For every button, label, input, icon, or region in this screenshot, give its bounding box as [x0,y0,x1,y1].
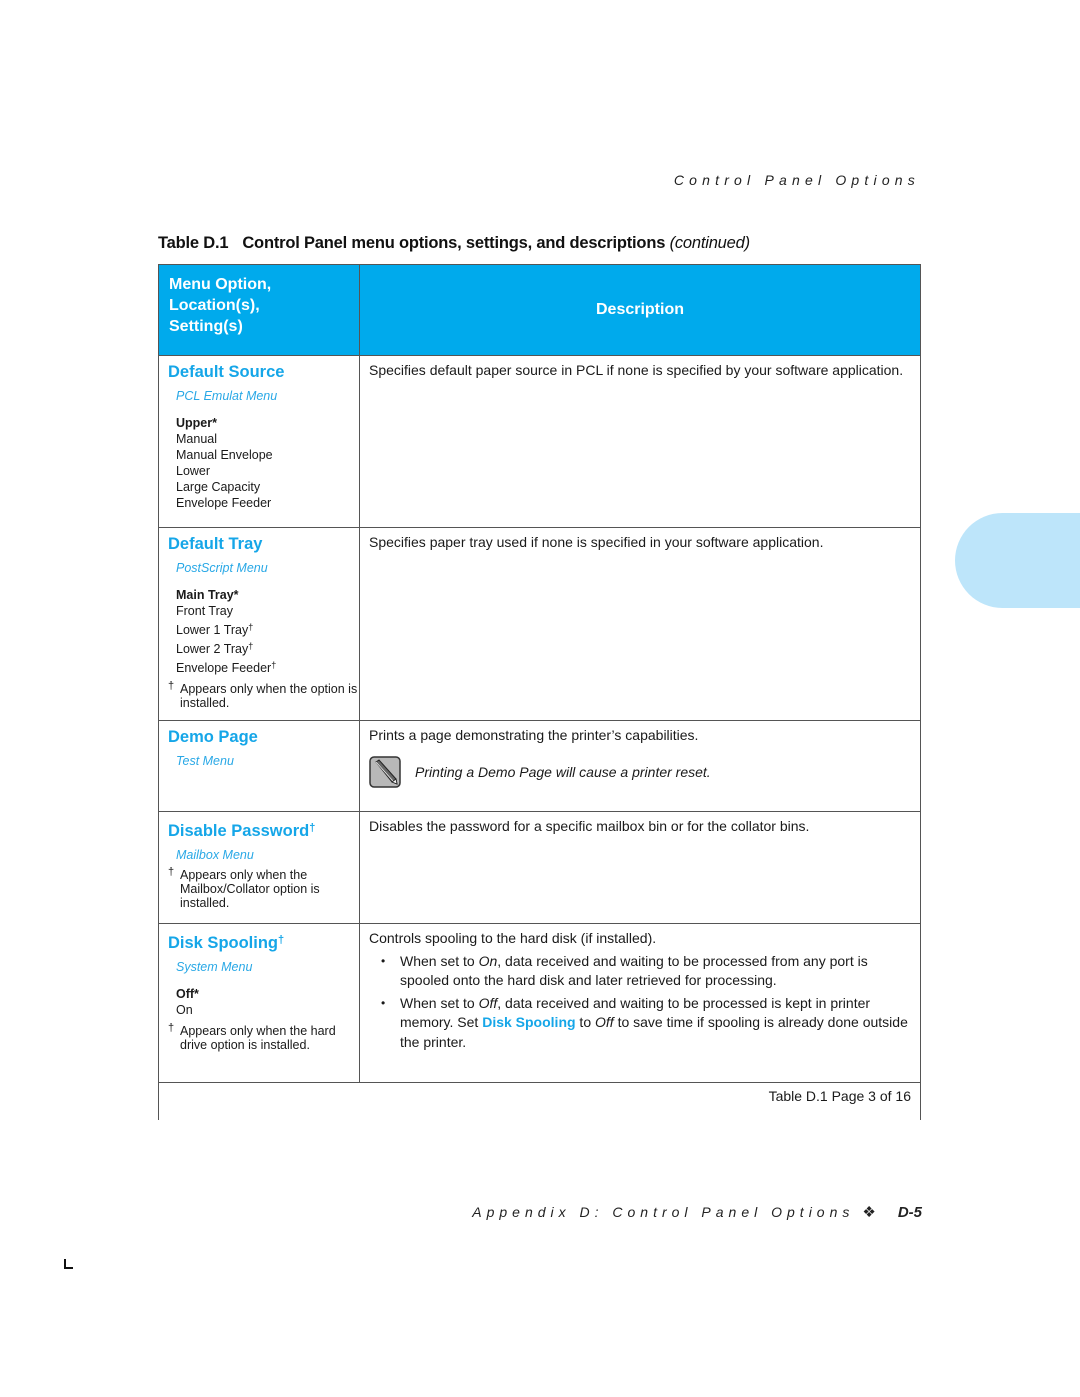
option-cell: Default Source PCL Emulat Menu Upper* Ma… [158,355,360,528]
table-row: Default Source PCL Emulat Menu Upper* Ma… [158,355,921,528]
table-page-row: Table D.1 Page 3 of 16 [158,1082,921,1120]
diamond-separator-icon: ❖ [862,1204,876,1221]
setting-item: On [176,1003,193,1017]
footnote-text: Appears only when the hard drive option … [180,1024,336,1052]
setting-item: Manual Envelope [176,448,273,462]
pencil-note-icon [369,755,401,788]
option-cell: Demo Page Test Menu [158,720,360,812]
description-text: Controls spooling to the hard disk (if i… [369,930,657,946]
dagger-mark: † [168,680,175,692]
header-line: Setting(s) [169,318,243,335]
header-description: Description [359,264,921,356]
option-cell: Default Tray PostScript Menu Main Tray* … [158,527,360,721]
description-cell: Disables the password for a specific mai… [359,811,921,924]
text: When set to [400,952,479,969]
bullet-item: When set to Off, data received and waiti… [381,994,912,1053]
dagger-mark: † [248,622,254,632]
setting-label: Lower 1 Tray [176,623,249,637]
option-settings: Main Tray* Front Tray Lower 1 Tray† Lowe… [176,587,359,676]
table-page-indicator: Table D.1 Page 3 of 16 [158,1082,921,1120]
option-title: Default Source [168,363,285,381]
table-number: Table D.1 [158,234,229,252]
dagger-mark: † [271,660,277,670]
setting-item: Large Capacity [176,480,261,494]
option-title: Demo Page [168,728,258,746]
footnote: † Appears only when the option is instal… [168,680,359,710]
description-cell: Specifies default paper source in PCL if… [359,355,921,528]
table-row: Default Tray PostScript Menu Main Tray* … [158,527,921,721]
description-text: Specifies paper tray used if none is spe… [369,534,824,550]
description-cell: Controls spooling to the hard disk (if i… [359,923,921,1083]
option-title: Default Tray [168,535,263,553]
setting-label: Lower 2 Tray [176,642,249,656]
option-title: Disk Spooling† [168,929,359,954]
setting-item: Envelope Feeder [176,496,272,510]
description-text: Disables the password for a specific mai… [369,818,810,834]
footer-text: Appendix D: Control Panel Options [472,1204,855,1220]
option-title: Disable Password† [168,817,359,842]
text: When set to [400,994,479,1011]
setting-label: Envelope Feeder [176,661,272,675]
dagger-mark: † [248,641,254,651]
description-cell: Prints a page demonstrating the printer’… [359,720,921,812]
table-row: Disable Password† Mailbox Menu † Appears… [158,811,921,924]
table-title: Table D.1 Control Panel menu options, set… [158,234,750,253]
control-panel-options-table: Menu Option, Location(s), Setting(s) Des… [158,264,921,1120]
header-menu-option: Menu Option, Location(s), Setting(s) [158,264,360,356]
header-line: Location(s), [169,297,260,314]
option-title-text: Disable Password [168,822,310,840]
text: to [575,1014,596,1030]
dagger-mark: † [278,934,285,946]
dagger-mark: † [168,866,175,878]
header-line: Menu Option, [169,276,272,293]
default-setting: Off* [176,987,199,1001]
option-location: System Menu [176,960,253,974]
setting-value: Off [478,994,498,1011]
default-setting: Main Tray* [176,588,239,602]
crop-mark [64,1259,73,1269]
default-setting: Upper* [176,416,217,430]
dagger-mark: † [309,822,316,834]
note-text: Printing a Demo Page will cause a printe… [415,763,711,780]
footnote: † Appears only when the hard drive optio… [168,1022,359,1052]
note-callout: Printing a Demo Page will cause a printe… [369,755,912,788]
setting-value: On [478,952,498,969]
dagger-mark: † [168,1022,175,1034]
option-location: Mailbox Menu [176,848,254,862]
description-text: Prints a page demonstrating the printer’… [369,727,699,743]
bullet-list: When set to On, data received and waitin… [369,952,912,1053]
setting-item: Front Tray [176,604,233,618]
table-row: Demo Page Test Menu Prints a page demons… [158,720,921,812]
table-row: Disk Spooling† System Menu Off* On † App… [158,923,921,1083]
option-cell: Disk Spooling† System Menu Off* On † App… [158,923,360,1083]
table-title-text: Control Panel menu options, settings, an… [242,234,666,252]
option-location: PCL Emulat Menu [176,389,278,403]
setting-item: Envelope Feeder† [176,657,359,676]
setting-item: Lower [176,464,211,478]
option-reference: Disk Spooling [482,1014,576,1030]
footnote-text: Appears only when the Mailbox/Collator o… [180,868,320,910]
option-settings: Off* On [176,986,359,1018]
setting-item: Manual [176,432,217,446]
table-header-row: Menu Option, Location(s), Setting(s) Des… [158,264,921,356]
setting-item: Lower 2 Tray† [176,638,359,657]
footnote: † Appears only when the Mailbox/Collator… [168,866,359,910]
option-location: Test Menu [176,754,234,768]
bullet-item: When set to On, data received and waitin… [381,952,912,991]
setting-item: Lower 1 Tray† [176,619,359,638]
setting-value: Off [595,1014,614,1030]
description-cell: Specifies paper tray used if none is spe… [359,527,921,721]
running-head: Control Panel Options [673,172,920,188]
section-thumb-tab [955,513,1080,608]
option-title-text: Disk Spooling [168,934,279,952]
page-footer: Appendix D: Control Panel Options ❖ D-5 [472,1203,922,1222]
option-settings: Upper* Manual Manual Envelope Lower Larg… [176,415,359,511]
description-text: Specifies default paper source in PCL if… [369,362,904,378]
option-cell: Disable Password† Mailbox Menu † Appears… [158,811,360,924]
option-location: PostScript Menu [176,561,268,575]
table-continued: (continued) [669,234,751,252]
page-number: D-5 [897,1203,922,1221]
footnote-text: Appears only when the option is installe… [180,682,358,710]
